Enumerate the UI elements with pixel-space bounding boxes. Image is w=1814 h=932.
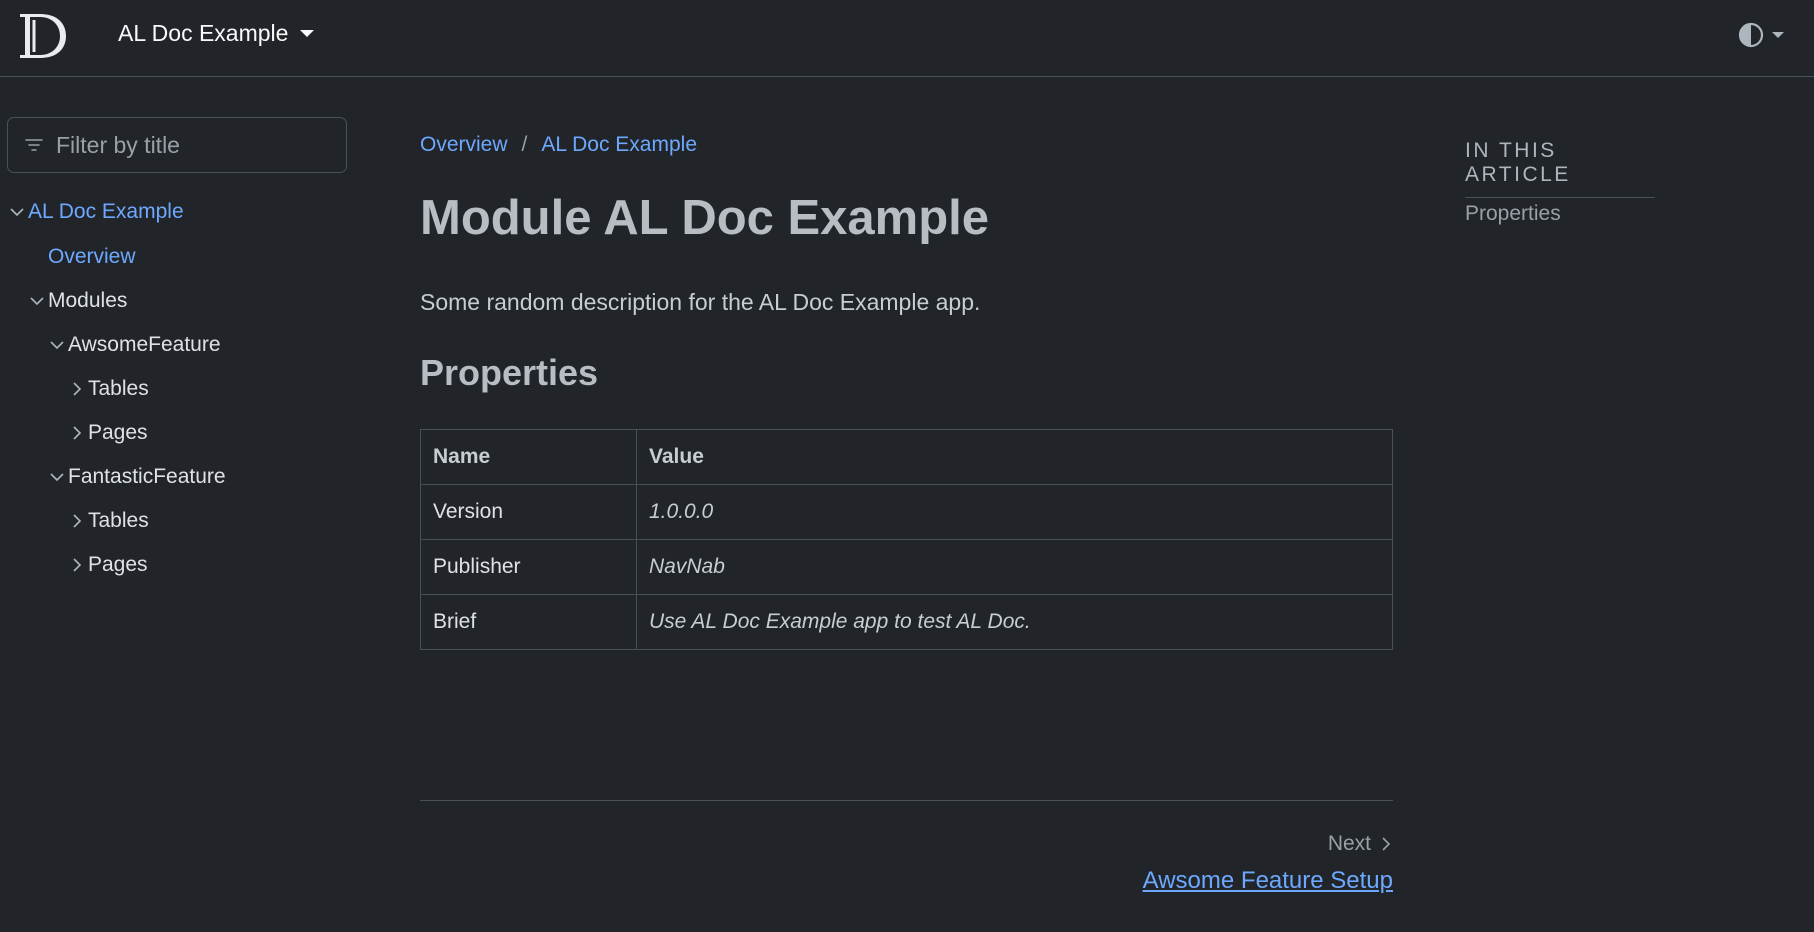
toc-label: FantasticFeature (68, 465, 226, 488)
breadcrumb: Overview / AL Doc Example (420, 133, 697, 157)
filter-input[interactable] (56, 131, 326, 159)
next-page-link[interactable]: Awsome Feature Setup (1143, 867, 1393, 895)
filter-box (7, 117, 347, 173)
chevron-right-icon (73, 514, 82, 528)
toc-label: Overview (48, 245, 136, 268)
toc-label: Tables (88, 509, 149, 532)
breadcrumb-separator: / (521, 133, 528, 156)
column-header-name: Name (420, 429, 637, 485)
chevron-right-icon (73, 382, 82, 396)
property-name: Publisher (420, 539, 637, 595)
toc-label: Modules (48, 289, 128, 312)
property-value: NavNab (636, 539, 1393, 595)
property-value: Use AL Doc Example app to test AL Doc. (636, 594, 1393, 650)
toc-item-pages[interactable]: Pages (67, 421, 148, 445)
page-title: Module AL Doc Example (420, 191, 990, 245)
chevron-right-icon (73, 426, 82, 440)
in-this-article-heading: IN THIS ARTICLE (1465, 139, 1655, 198)
filter-icon (25, 139, 43, 151)
top-navbar: AL Doc Example (0, 0, 1814, 77)
content-divider (420, 800, 1393, 801)
toc-item-tables[interactable]: Tables (67, 377, 149, 401)
table-row: Publisher NavNab (420, 539, 1393, 595)
project-switcher[interactable]: AL Doc Example (118, 20, 315, 47)
chevron-down-icon (30, 297, 44, 306)
chevron-right-icon (73, 558, 82, 572)
page-description: Some random description for the AL Doc E… (420, 289, 981, 315)
toc-item-awsomefeature[interactable]: AwsomeFeature (47, 333, 221, 357)
chevron-down-icon (50, 473, 64, 482)
theme-contrast-icon (1738, 22, 1764, 48)
toc-label: Pages (88, 553, 148, 576)
section-heading-properties: Properties (420, 352, 599, 393)
brand-title: AL Doc Example (118, 20, 289, 46)
next-nav-label: Next (1328, 832, 1393, 856)
docfx-logo-icon[interactable] (14, 10, 70, 60)
property-name: Brief (420, 594, 637, 650)
toc-label: Tables (88, 377, 149, 400)
toc-item-modules[interactable]: Modules (27, 289, 127, 313)
caret-down-icon (1772, 32, 1784, 38)
toc-item-pages[interactable]: Pages (67, 553, 148, 577)
toc-label: AL Doc Example (28, 200, 184, 223)
next-label: Next (1327, 832, 1371, 855)
table-header-row: Name Value (420, 429, 1393, 485)
column-header-value: Value (636, 429, 1393, 485)
breadcrumb-al-doc-example[interactable]: AL Doc Example (541, 133, 697, 157)
property-value: 1.0.0.0 (636, 484, 1393, 540)
breadcrumb-overview[interactable]: Overview (420, 133, 508, 157)
toc-item-overview[interactable]: Overview (48, 245, 136, 269)
toc-label: AwsomeFeature (68, 333, 221, 356)
chevron-down-icon (10, 208, 24, 217)
property-name: Version (420, 484, 637, 540)
toc-item-tables[interactable]: Tables (67, 509, 149, 533)
table-row: Version 1.0.0.0 (420, 484, 1393, 540)
table-row: Brief Use AL Doc Example app to test AL … (420, 594, 1393, 650)
article-link-properties[interactable]: Properties (1465, 202, 1561, 226)
caret-down-icon (300, 30, 315, 37)
toc-item-al-doc-example[interactable]: AL Doc Example (7, 200, 184, 224)
toc-label: Pages (88, 421, 148, 444)
theme-toggle[interactable] (1738, 22, 1784, 48)
chevron-right-icon (1382, 837, 1391, 851)
toc-item-fantasticfeature[interactable]: FantasticFeature (47, 465, 226, 489)
chevron-down-icon (50, 341, 64, 350)
properties-table: Name Value Version 1.0.0.0 Publisher Nav… (420, 429, 1393, 650)
